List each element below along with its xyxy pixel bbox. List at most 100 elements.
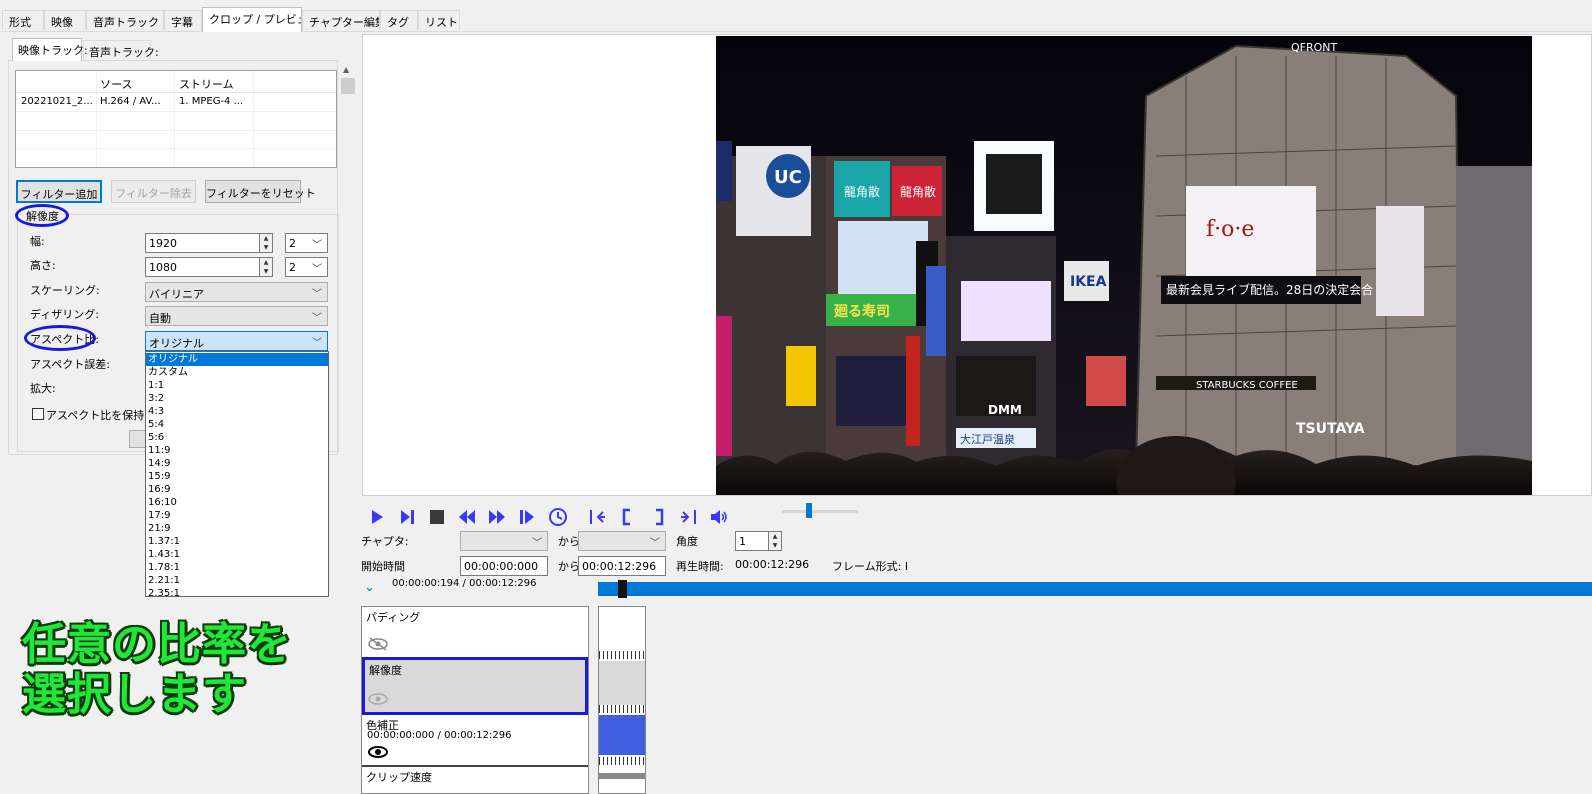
tab-chapter-edit[interactable]: チャプター編集: [302, 10, 380, 30]
dithering-select[interactable]: 自動 ﹀: [145, 306, 328, 326]
table-row[interactable]: 20221021_2... H.264 / AV... 1. MPEG-4 ..…: [16, 94, 336, 112]
seek-bar-thumb[interactable]: [618, 580, 627, 598]
tab-audio-track[interactable]: 音声トラック:: [83, 40, 159, 61]
stepper-up-icon[interactable]: ▲: [769, 532, 781, 541]
width-input[interactable]: 1920: [145, 233, 260, 253]
volume-slider-track[interactable]: [782, 510, 858, 513]
chapter-from-label: から: [558, 535, 580, 548]
table-header-row: ソース ストリーム: [16, 71, 336, 93]
start-time-input[interactable]: 00:00:00:000: [460, 556, 548, 576]
aspect-option[interactable]: 14:9: [146, 457, 328, 470]
aspect-option[interactable]: 11:9: [146, 444, 328, 457]
aspect-option[interactable]: 16:9: [146, 483, 328, 496]
stepper-down-icon[interactable]: ▼: [769, 541, 781, 550]
go-to-end-marker-icon[interactable]: [678, 506, 700, 528]
scroll-up-icon[interactable]: ▲: [343, 65, 349, 74]
aspect-option[interactable]: 17:9: [146, 509, 328, 522]
dithering-label: ディザリング:: [30, 308, 99, 321]
aspect-option[interactable]: 1:1: [146, 379, 328, 392]
volume-slider-thumb[interactable]: [806, 503, 812, 518]
track-table: ソース ストリーム 20221021_2... H.264 / AV... 1.…: [15, 70, 337, 168]
filter-item-resolution[interactable]: 解像度: [362, 657, 588, 715]
aspect-option[interactable]: 5:6: [146, 431, 328, 444]
step-forward-icon[interactable]: [396, 506, 418, 528]
angle-stepper[interactable]: ▲ ▼: [768, 531, 782, 551]
width-stepper[interactable]: ▲ ▼: [259, 233, 273, 253]
stop-icon[interactable]: [426, 506, 448, 528]
remove-filter-button[interactable]: フィルター除去: [111, 180, 196, 203]
tab-format[interactable]: 形式: [2, 10, 44, 30]
filter-name: クリップ速度: [366, 771, 432, 784]
stepper-down-icon[interactable]: ▼: [260, 267, 272, 276]
aspect-option[interactable]: オリジナル: [146, 353, 328, 366]
scrollbar-thumb[interactable]: [341, 78, 355, 94]
eye-hidden-icon[interactable]: [367, 692, 389, 706]
keep-aspect-checkbox[interactable]: [32, 408, 44, 420]
duration-label: 再生時間:: [676, 560, 724, 573]
tab-video[interactable]: 映像: [44, 10, 86, 30]
svg-text:龍角散: 龍角散: [900, 184, 936, 199]
aspect-option[interactable]: 15:9: [146, 470, 328, 483]
cell-filename: 20221021_2...: [21, 96, 93, 107]
aspect-option[interactable]: 4:3: [146, 405, 328, 418]
svg-text:STARBUCKS COFFEE: STARBUCKS COFFEE: [1196, 380, 1298, 391]
aspect-option[interactable]: 5:4: [146, 418, 328, 431]
aspect-option[interactable]: カスタム: [146, 366, 328, 379]
zoom-label: 拡大:: [30, 382, 56, 395]
tab-audio-track-1[interactable]: 音声トラック 1: [86, 10, 164, 30]
caption-line-2: 選択します: [22, 669, 247, 720]
filter-item-clip-speed[interactable]: クリップ速度: [362, 767, 588, 793]
chapter-start-select[interactable]: ﹀: [460, 531, 548, 551]
tab-tags[interactable]: タグ: [380, 10, 418, 30]
aspect-ratio-value: オリジナル: [149, 337, 204, 350]
filmstrip: [599, 757, 645, 765]
tab-video-track[interactable]: 映像トラック:: [12, 38, 88, 61]
tab-subtitles[interactable]: 字幕: [164, 10, 202, 30]
aspect-option[interactable]: 1.43:1: [146, 548, 328, 561]
clock-icon[interactable]: [547, 506, 569, 528]
stepper-down-icon[interactable]: ▼: [260, 243, 272, 252]
cell-source: H.264 / AV...: [100, 96, 161, 107]
angle-input[interactable]: 1: [735, 531, 769, 551]
scaling-select[interactable]: バイリニア ﹀: [145, 282, 328, 302]
aspect-option[interactable]: 21:9: [146, 522, 328, 535]
tab-crop-preview[interactable]: クロップ / プレビュー: [202, 7, 302, 32]
eye-hidden-icon[interactable]: [367, 637, 389, 651]
stepper-up-icon[interactable]: ▲: [260, 234, 272, 243]
aspect-option[interactable]: 1.37:1: [146, 535, 328, 548]
aspect-option[interactable]: 2.21:1: [146, 574, 328, 587]
fast-forward-icon[interactable]: [486, 506, 508, 528]
height-stepper[interactable]: ▲ ▼: [259, 257, 273, 277]
tab-list[interactable]: リスト: [418, 10, 460, 30]
rewind-icon[interactable]: [456, 506, 478, 528]
svg-text:f·o·e: f·o·e: [1206, 217, 1254, 242]
chapter-end-select[interactable]: ﹀: [578, 531, 666, 551]
width-multiple-select[interactable]: 2 ﹀: [285, 233, 328, 253]
chevron-down-icon[interactable]: ⌄: [364, 580, 375, 595]
aspect-option[interactable]: 16:10: [146, 496, 328, 509]
thumbnail-color-correction: [599, 715, 645, 755]
volume-icon[interactable]: [708, 506, 730, 528]
aspect-error-label: アスペクト誤差:: [30, 358, 110, 371]
go-to-start-marker-icon[interactable]: [586, 506, 608, 528]
left-panel-scrollbar[interactable]: ▲: [340, 62, 357, 452]
aspect-ratio-select[interactable]: オリジナル ﹀: [145, 331, 328, 351]
stepper-up-icon[interactable]: ▲: [260, 258, 272, 267]
next-frame-icon[interactable]: [516, 506, 538, 528]
eye-icon[interactable]: [367, 745, 389, 759]
filter-item-color-correction[interactable]: 色補正 00:00:00:000 / 00:00:12:296: [362, 715, 588, 767]
reset-filters-button[interactable]: フィルターをリセット: [205, 180, 316, 203]
aspect-option[interactable]: 1.78:1: [146, 561, 328, 574]
filter-item-padding[interactable]: パディング: [362, 607, 588, 659]
set-in-point-icon[interactable]: [616, 506, 638, 528]
aspect-option[interactable]: 2.35:1: [146, 587, 328, 600]
add-filter-button[interactable]: フィルター追加: [16, 180, 102, 203]
play-icon[interactable]: [366, 506, 388, 528]
height-input[interactable]: 1080: [145, 257, 260, 277]
height-multiple-select[interactable]: 2 ﹀: [285, 257, 328, 277]
angle-label: 角度: [676, 535, 698, 548]
seek-bar[interactable]: [598, 582, 1592, 596]
set-out-point-icon[interactable]: [648, 506, 670, 528]
aspect-option[interactable]: 3:2: [146, 392, 328, 405]
end-time-input[interactable]: 00:00:12:296: [578, 556, 666, 576]
